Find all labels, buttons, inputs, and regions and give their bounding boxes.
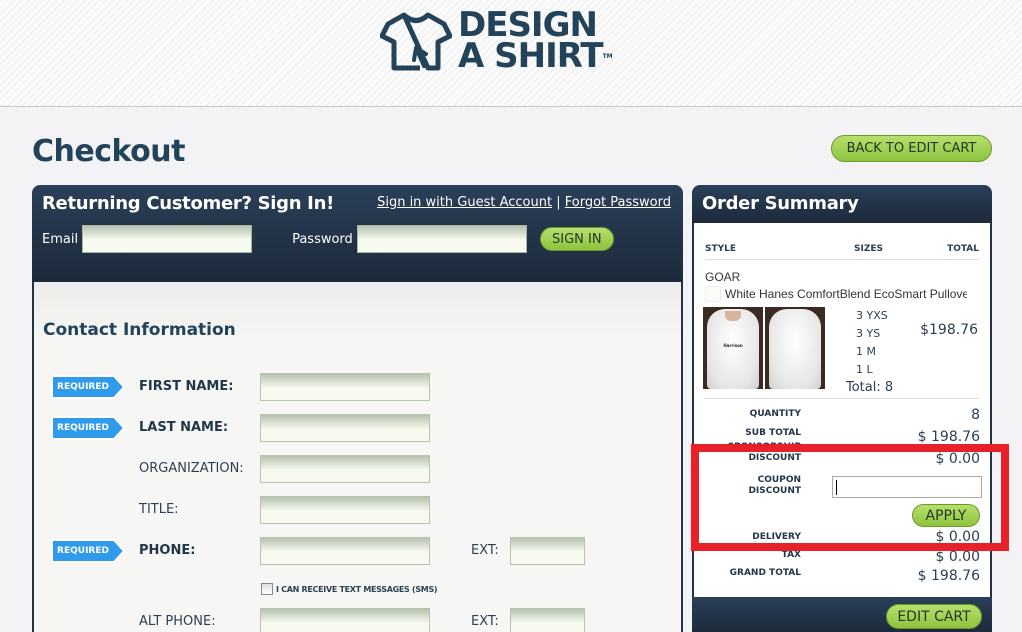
grand-total-label: GRAND TOTAL: [729, 568, 801, 578]
title-row: TITLE:: [34, 496, 674, 524]
product-front-thumbnail[interactable]: Harrison: [703, 307, 763, 389]
first-name-input[interactable]: [260, 373, 430, 401]
sign-in-button[interactable]: SIGN IN: [539, 227, 614, 251]
summary-column-headers: STYLE SIZES TOTAL: [705, 244, 979, 260]
required-badge: REQUIRED: [50, 375, 126, 399]
logo-line-2: A SHIRT: [458, 36, 604, 76]
password-label: Password: [292, 231, 353, 247]
phone-label: PHONE:: [139, 543, 196, 558]
quantity-value: 8: [971, 407, 980, 423]
phone-ext-label: EXT:: [471, 543, 499, 558]
page-title: Checkout: [32, 134, 185, 169]
first-name-row: REQUIRED FIRST NAME:: [34, 373, 674, 401]
signin-section: Returning Customer? Sign In! Sign in wit…: [32, 185, 683, 282]
tax-label: TAX: [781, 550, 801, 560]
contact-section: Contact Information REQUIRED FIRST NAME:…: [32, 282, 683, 632]
alt-phone-input[interactable]: [260, 608, 430, 632]
column-sizes: SIZES: [854, 244, 883, 254]
grand-total-value: $ 198.76: [917, 568, 980, 584]
alt-phone-label: ALT PHONE:: [139, 614, 216, 629]
quantity-label: QUANTITY: [749, 409, 801, 419]
item-price: $198.76: [920, 322, 978, 338]
organization-label: ORGANIZATION:: [139, 461, 244, 476]
link-separator: |: [556, 195, 561, 210]
last-name-input[interactable]: [260, 414, 430, 442]
alt-phone-ext-label: EXT:: [471, 614, 499, 629]
sms-label: I CAN RECEIVE TEXT MESSAGES (SMS): [276, 584, 438, 594]
logo[interactable]: DESIGN A SHIRTTM: [380, 8, 613, 73]
organization-input[interactable]: [260, 455, 430, 483]
signin-links: Sign in with Guest Account | Forgot Pass…: [377, 195, 671, 210]
phone-input[interactable]: [260, 537, 430, 565]
divider: [705, 398, 979, 399]
order-summary-body: STYLE SIZES TOTAL GOAR White Hanes Comfo…: [692, 223, 992, 597]
password-input[interactable]: [356, 225, 527, 253]
print-text: Harrison: [723, 343, 743, 348]
title-label: TITLE:: [139, 502, 179, 517]
column-total: TOTAL: [947, 244, 979, 254]
product-back-thumbnail[interactable]: [765, 307, 825, 389]
guest-account-link[interactable]: Sign in with Guest Account: [377, 195, 552, 210]
sponsorship-value: $ 0.00: [935, 451, 980, 467]
apply-coupon-button[interactable]: APPLY: [912, 504, 980, 527]
column-style: STYLE: [705, 244, 737, 254]
order-summary-panel: Order Summary STYLE SIZES TOTAL GOAR Whi…: [692, 185, 992, 632]
sponsorship-label: SPONSORSHIP DISCOUNT: [727, 442, 801, 463]
edit-cart-button[interactable]: EDIT CART: [886, 604, 982, 629]
phone-ext-input[interactable]: [510, 537, 585, 565]
item-name: GOAR: [705, 270, 741, 284]
logo-text: DESIGN A SHIRTTM: [458, 8, 613, 73]
coupon-label: COUPON DISCOUNT: [748, 475, 801, 496]
organization-row: ORGANIZATION:: [34, 455, 674, 483]
last-name-row: REQUIRED LAST NAME:: [34, 414, 674, 442]
email-label: Email: [42, 231, 79, 247]
size-entry: 1 M: [856, 345, 876, 358]
first-name-label: FIRST NAME:: [139, 379, 234, 394]
size-entry: 3 YXS: [856, 309, 888, 322]
order-summary-header: Order Summary: [692, 185, 992, 223]
title-input[interactable]: [260, 496, 430, 524]
size-entry: 3 YS: [856, 327, 881, 340]
phone-row: REQUIRED PHONE: EXT:: [34, 537, 674, 565]
color-swatch: [705, 285, 721, 302]
site-header: DESIGN A SHIRTTM: [0, 0, 1022, 107]
tshirt-logo-icon: [380, 12, 452, 71]
required-badge: REQUIRED: [50, 416, 126, 440]
subtotal-label: SUB TOTAL: [745, 428, 801, 438]
alt-phone-ext-input[interactable]: [510, 608, 585, 632]
delivery-label: DELIVERY: [752, 532, 801, 542]
sms-option: I CAN RECEIVE TEXT MESSAGES (SMS): [261, 583, 438, 595]
order-summary-footer: EDIT CART: [692, 597, 992, 632]
last-name-label: LAST NAME:: [139, 420, 229, 435]
subtotal-value: $ 198.76: [917, 429, 980, 445]
back-to-edit-cart-button[interactable]: BACK TO EDIT CART: [831, 135, 992, 162]
forgot-password-link[interactable]: Forgot Password: [565, 195, 671, 210]
checkout-form-panel: Returning Customer? Sign In! Sign in wit…: [32, 185, 683, 632]
coupon-code-input[interactable]: [832, 476, 982, 498]
email-input[interactable]: [82, 225, 253, 253]
trademark: TM: [602, 53, 613, 60]
sms-checkbox[interactable]: [261, 583, 273, 595]
contact-title: Contact Information: [43, 320, 236, 340]
item-description-row: White Hanes ComfortBlend EcoSmart Pullov…: [705, 285, 967, 302]
order-summary-title: Order Summary: [702, 193, 859, 214]
signin-form: Email Password SIGN IN: [42, 225, 614, 253]
tax-value: $ 0.00: [935, 549, 980, 565]
size-breakdown: 3 YXS 3 YS 1 M 1 L Total: 8: [846, 307, 893, 397]
size-entry: 1 L: [856, 363, 873, 376]
required-badge: REQUIRED: [50, 539, 126, 563]
item-description: White Hanes ComfortBlend EcoSmart Pullov…: [725, 286, 967, 301]
size-total: Total: 8: [846, 380, 894, 395]
alt-phone-row: ALT PHONE: EXT:: [34, 608, 674, 632]
delivery-value: $ 0.00: [935, 529, 980, 545]
